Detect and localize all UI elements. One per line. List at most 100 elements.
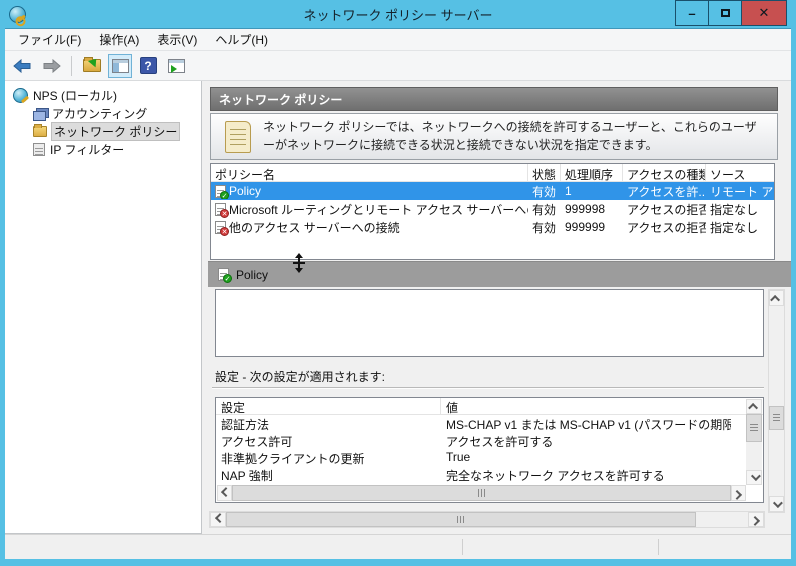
scroll-left-button[interactable] <box>210 512 226 527</box>
policy-name: Policy <box>229 184 262 198</box>
console-tree-toggle-button[interactable] <box>108 53 132 78</box>
policy-row[interactable]: ✕ 他のアクセス サーバーへの接続 有効 999999 アクセスの拒否 指定なし <box>211 218 774 236</box>
setting-name: NAP 強制 <box>221 469 273 483</box>
key-icon <box>17 13 26 23</box>
tree-item-network-policies[interactable]: ネットワーク ポリシー <box>5 122 201 141</box>
description-box: ネットワーク ポリシーでは、ネットワークへの接続を許可するユーザーと、これらのユ… <box>210 113 778 160</box>
detail-policy-title: Policy <box>236 267 269 282</box>
tree-item-ip-filters[interactable]: IP フィルター <box>5 141 201 158</box>
scroll-right-button[interactable] <box>731 485 746 501</box>
scrollbar-track[interactable] <box>696 512 748 527</box>
tree-item-accounting[interactable]: アカウンティング <box>5 105 201 122</box>
back-button[interactable] <box>11 54 35 78</box>
policy-access: アクセスの拒否 <box>627 202 706 217</box>
scroll-left-button[interactable] <box>217 485 232 501</box>
column-setting[interactable]: 設定 <box>216 398 441 415</box>
menu-view[interactable]: 表示(V) <box>148 28 206 51</box>
scroll-down-button[interactable] <box>769 496 784 512</box>
scroll-up-button[interactable] <box>746 399 762 414</box>
detail-vertical-scrollbar[interactable] <box>768 289 785 513</box>
help-icon: ? <box>139 57 157 74</box>
column-status[interactable]: 状態 <box>528 164 561 181</box>
chevron-down-icon <box>772 497 783 508</box>
menu-file[interactable]: ファイル(F) <box>9 28 90 51</box>
close-button[interactable]: ✕ <box>741 0 787 26</box>
folder-icon <box>33 124 47 137</box>
maximize-button[interactable] <box>708 0 741 26</box>
settings-rows: 認証方法 MS-CHAP v1 または MS-CHAP v1 (パスワードの期限… <box>216 415 763 487</box>
console-tree-icon <box>111 58 129 73</box>
status-divider <box>658 539 659 555</box>
policy-access: アクセスの拒否 <box>627 220 706 235</box>
action-pane-toggle-button[interactable] <box>164 54 188 78</box>
scroll-right-button[interactable] <box>748 512 764 527</box>
menu-help[interactable]: ヘルプ(H) <box>206 28 277 51</box>
setting-value: MS-CHAP v1 または MS-CHAP v1 (パスワードの期限が切れ..… <box>446 418 731 432</box>
settings-horizontal-scrollbar[interactable] <box>217 485 746 501</box>
menu-bar: ファイル(F) 操作(A) 表示(V) ヘルプ(H) <box>5 29 791 51</box>
export-list-button[interactable] <box>80 54 104 78</box>
scrollbar-thumb[interactable] <box>232 485 731 501</box>
scrollbar-thumb[interactable] <box>226 512 696 527</box>
status-divider <box>462 539 463 555</box>
row-resize-cursor-icon[interactable] <box>292 253 306 273</box>
section-header: ネットワーク ポリシー <box>210 87 778 111</box>
column-processing-order[interactable]: 処理順序 <box>561 164 623 181</box>
close-icon: ✕ <box>758 5 770 20</box>
column-value[interactable]: 値 <box>441 398 763 415</box>
setting-name: 認証方法 <box>221 418 270 432</box>
policy-deny-icon: ✕ <box>215 202 229 218</box>
policy-order: 999998 <box>565 202 606 216</box>
setting-row[interactable]: アクセス許可 アクセスを許可する <box>216 432 763 449</box>
chevron-left-icon <box>220 486 231 497</box>
scroll-down-button[interactable] <box>746 470 762 485</box>
setting-row[interactable]: 非準拠クライアントの更新 True <box>216 449 763 466</box>
forward-arrow-icon <box>43 58 61 73</box>
policy-allow-icon: ✓ <box>218 268 232 283</box>
policy-row[interactable]: ✓ Policy 有効 1 アクセスを許... リモート アク... <box>211 182 774 200</box>
policy-name: 他のアクセス サーバーへの接続 <box>229 220 400 235</box>
scrollbar-track[interactable] <box>769 430 784 496</box>
forward-button[interactable] <box>39 54 63 78</box>
details-horizontal-scrollbar[interactable] <box>209 511 765 528</box>
chevron-up-icon <box>770 294 781 305</box>
policy-source: リモート アク... <box>710 184 774 199</box>
grip-icon <box>750 424 758 431</box>
policy-row[interactable]: ✕ Microsoft ルーティングとリモート アクセス サーバーへの接続 有効… <box>211 200 774 218</box>
policy-order: 1 <box>565 184 572 198</box>
scroll-up-button[interactable] <box>769 290 784 306</box>
policy-status: 有効 <box>532 202 557 217</box>
column-access-type[interactable]: アクセスの種類 <box>623 164 706 181</box>
minimize-button[interactable]: – <box>675 0 708 26</box>
policy-deny-icon: ✕ <box>215 220 229 236</box>
scrollbar-thumb[interactable] <box>769 406 784 430</box>
column-policy-name[interactable]: ポリシー名 <box>211 164 528 181</box>
chevron-left-icon <box>214 513 225 524</box>
grip-icon <box>477 489 485 497</box>
settings-vertical-scrollbar[interactable] <box>746 399 762 485</box>
settings-applied-label: 設定 - 次の設定が適用されます: <box>215 370 385 384</box>
policy-allow-icon: ✓ <box>215 184 229 199</box>
setting-value: 完全なネットワーク アクセスを許可する <box>446 469 665 483</box>
policies-header-row: ポリシー名 状態 処理順序 アクセスの種類 ソース <box>211 164 774 182</box>
chevron-right-icon <box>749 515 760 526</box>
column-source[interactable]: ソース <box>706 164 774 181</box>
tree-item-label: アカウンティング <box>52 107 148 121</box>
setting-row[interactable]: NAP 強制 完全なネットワーク アクセスを許可する <box>216 466 763 483</box>
policy-name: Microsoft ルーティングとリモート アクセス サーバーへの接続 <box>229 202 528 217</box>
title-bar: ネットワーク ポリシー サーバー – ✕ <box>5 0 791 28</box>
tree-item-label: NPS (ローカル) <box>33 89 118 103</box>
details-panel: ネットワーク ポリシー ネットワーク ポリシーでは、ネットワークへの接続を許可す… <box>208 81 791 534</box>
setting-row[interactable]: 認証方法 MS-CHAP v1 または MS-CHAP v1 (パスワードの期限… <box>216 415 763 432</box>
scrollbar-track[interactable] <box>769 306 784 406</box>
tree-item-label: ネットワーク ポリシー <box>50 122 181 141</box>
scrollbar-thumb[interactable] <box>746 414 762 442</box>
help-button[interactable]: ? <box>136 54 160 78</box>
tree-item-nps-root[interactable]: NPS (ローカル) <box>5 87 201 104</box>
menu-action[interactable]: 操作(A) <box>90 28 148 51</box>
grip-icon <box>773 414 780 421</box>
setting-name: アクセス許可 <box>221 435 293 449</box>
scrollbar-track[interactable] <box>746 442 762 470</box>
back-arrow-icon <box>13 58 31 73</box>
window: ネットワーク ポリシー サーバー – ✕ ファイル(F) 操作(A) 表示(V)… <box>0 0 796 566</box>
